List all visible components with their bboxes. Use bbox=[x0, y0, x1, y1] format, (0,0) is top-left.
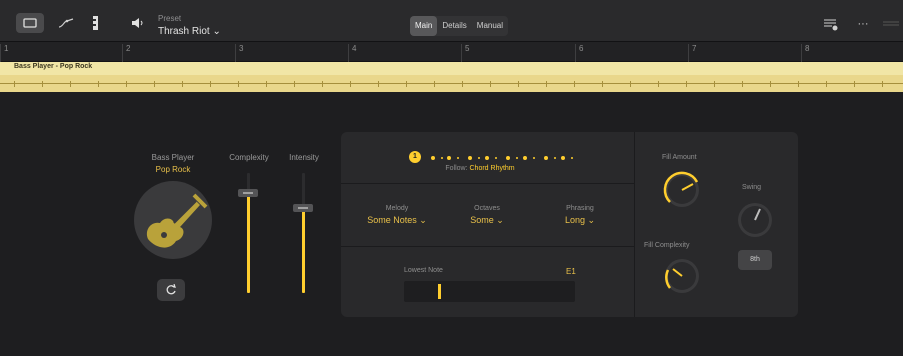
swing-label: Swing bbox=[742, 184, 762, 191]
lowest-note-value: E1 bbox=[566, 267, 576, 276]
region-header[interactable] bbox=[0, 62, 903, 75]
bar-number: 8 bbox=[801, 44, 809, 62]
rhythm-step-dot[interactable] bbox=[516, 157, 518, 159]
bar-number: 2 bbox=[122, 44, 130, 62]
refresh-button[interactable] bbox=[157, 279, 185, 301]
session-player-window: Preset Thrash Riot ⌄ Main Details Manual… bbox=[0, 0, 903, 356]
step-badge[interactable]: 1 bbox=[409, 151, 421, 163]
rhythm-step-dot[interactable] bbox=[478, 157, 480, 159]
settings-sliders-icon[interactable] bbox=[822, 14, 840, 34]
panel-divider bbox=[634, 132, 635, 317]
drag-handle-icon[interactable] bbox=[882, 14, 900, 34]
rhythm-step-dot[interactable] bbox=[561, 156, 565, 160]
intensity-label: Intensity bbox=[289, 153, 319, 162]
bar-number: 3 bbox=[235, 44, 243, 62]
follow-label: Follow: bbox=[445, 165, 468, 172]
bar-number: 6 bbox=[575, 44, 583, 62]
rhythm-step-dot[interactable] bbox=[431, 156, 435, 160]
bar-number: 1 bbox=[0, 44, 8, 62]
bar-number: 4 bbox=[348, 44, 356, 62]
tab-details[interactable]: Details bbox=[437, 16, 471, 36]
square-view-icon[interactable] bbox=[16, 13, 44, 33]
octaves-label: Octaves bbox=[474, 205, 500, 212]
panel-divider bbox=[341, 183, 634, 184]
fill-complexity-knob[interactable] bbox=[660, 254, 704, 298]
speaker-icon[interactable] bbox=[128, 13, 148, 33]
fill-complexity-label: Fill Complexity bbox=[644, 242, 690, 249]
view-tabs: Main Details Manual bbox=[410, 16, 509, 36]
player-style-selector[interactable]: Pop Rock bbox=[142, 165, 204, 174]
octaves-selector[interactable]: Some ⌄ bbox=[457, 215, 517, 226]
melody-label: Melody bbox=[385, 205, 409, 212]
swing-8th-button[interactable]: 8th bbox=[738, 250, 772, 270]
rhythm-step-dot[interactable] bbox=[533, 157, 535, 159]
rhythm-step-dot[interactable] bbox=[544, 156, 548, 160]
rhythm-step-dot[interactable] bbox=[441, 157, 443, 159]
phrasing-label: Phrasing bbox=[566, 205, 594, 212]
follow-setting[interactable]: Follow: Chord Rhythm bbox=[420, 165, 540, 172]
region-title: Bass Player - Pop Rock bbox=[14, 63, 93, 70]
complexity-label: Complexity bbox=[229, 153, 269, 162]
tab-manual[interactable]: Manual bbox=[472, 16, 508, 36]
tab-main[interactable]: Main bbox=[410, 16, 438, 36]
swing-knob[interactable] bbox=[733, 198, 777, 242]
lowest-note-marker[interactable] bbox=[438, 284, 441, 299]
melody-selector[interactable]: Some Notes ⌄ bbox=[362, 215, 432, 226]
bar-number: 5 bbox=[461, 44, 469, 62]
panel-divider bbox=[341, 246, 634, 247]
preset-selector[interactable]: Thrash Riot ⌄ bbox=[158, 26, 221, 37]
curve-editor-icon[interactable] bbox=[56, 13, 76, 33]
more-icon[interactable]: ··· bbox=[854, 14, 872, 34]
intensity-slider-thumb[interactable] bbox=[293, 204, 313, 212]
bar-number: 7 bbox=[688, 44, 696, 62]
region-note-ticks bbox=[14, 81, 883, 87]
intensity-slider-fill bbox=[302, 209, 305, 293]
rhythm-step-dot[interactable] bbox=[523, 156, 527, 160]
rhythm-step-dot[interactable] bbox=[554, 157, 556, 159]
follow-value: Chord Rhythm bbox=[469, 165, 515, 172]
top-toolbar: Preset Thrash Riot ⌄ Main Details Manual… bbox=[0, 0, 903, 42]
phrasing-selector[interactable]: Long ⌄ bbox=[550, 215, 610, 226]
lowest-note-keyboard[interactable] bbox=[404, 281, 575, 302]
rhythm-step-dot[interactable] bbox=[468, 156, 472, 160]
rhythm-step-dot[interactable] bbox=[495, 157, 497, 159]
fill-amount-label: Fill Amount bbox=[662, 154, 697, 161]
complexity-slider-fill bbox=[247, 196, 250, 293]
rhythm-step-dot[interactable] bbox=[571, 157, 573, 159]
piano-keys-icon[interactable] bbox=[86, 13, 106, 33]
player-caption: Bass Player bbox=[151, 153, 195, 162]
complexity-slider-thumb[interactable] bbox=[238, 189, 258, 197]
refresh-icon bbox=[166, 284, 176, 295]
preset-caption: Preset bbox=[158, 14, 182, 23]
fill-amount-knob[interactable] bbox=[660, 168, 704, 212]
timeline-ruler[interactable]: 1 2 3 4 5 6 7 8 bbox=[0, 42, 903, 62]
rhythm-step-dot[interactable] bbox=[447, 156, 451, 160]
lowest-note-label: Lowest Note bbox=[404, 267, 443, 274]
rhythm-step-dot[interactable] bbox=[506, 156, 510, 160]
rhythm-step-dot[interactable] bbox=[457, 157, 459, 159]
rhythm-step-dot[interactable] bbox=[485, 156, 489, 160]
bass-guitar-avatar[interactable] bbox=[134, 181, 212, 259]
